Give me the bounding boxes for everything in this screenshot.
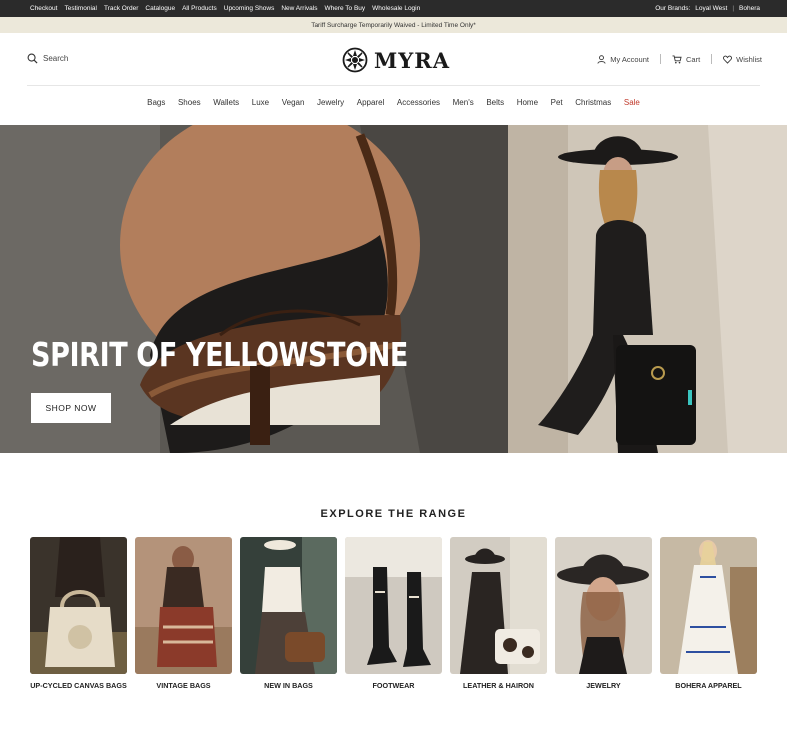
category-label: NEW IN BAGS bbox=[264, 681, 313, 690]
our-brands: Our Brands: Loyal West | Bohera bbox=[655, 5, 760, 12]
category-image bbox=[345, 537, 442, 674]
util-link-track-order[interactable]: Track Order bbox=[104, 5, 138, 12]
wishlist-link[interactable]: Wishlist bbox=[723, 55, 762, 64]
my-account-link[interactable]: My Account bbox=[597, 55, 649, 64]
utility-links: Checkout Testimonial Track Order Catalog… bbox=[30, 5, 420, 12]
cart-icon bbox=[672, 54, 682, 63]
category-image bbox=[240, 537, 337, 674]
nav-item-sale[interactable]: Sale bbox=[624, 98, 640, 107]
category-image bbox=[30, 537, 127, 674]
logo-wordmark: MYRA bbox=[374, 47, 450, 73]
main-nav: Bags Shoes Wallets Luxe Vegan Jewelry Ap… bbox=[0, 98, 787, 107]
brands-label: Our Brands: bbox=[655, 5, 691, 12]
nav-item-wallets[interactable]: Wallets bbox=[213, 98, 239, 107]
nav-item-christmas[interactable]: Christmas bbox=[575, 98, 611, 107]
category-image bbox=[555, 537, 652, 674]
hero-title: SPIRIT OF YELLOWSTONE bbox=[31, 335, 409, 374]
category-label: JEWELRY bbox=[586, 681, 621, 690]
hero-banner[interactable]: SPIRIT OF YELLOWSTONE SHOP NOW bbox=[0, 125, 787, 453]
category-image bbox=[450, 537, 547, 674]
category-card[interactable]: UP-CYCLED CANVAS BAGS bbox=[30, 537, 127, 690]
cart-link[interactable]: Cart bbox=[672, 55, 700, 64]
hero-image-model bbox=[508, 125, 787, 453]
category-card[interactable]: JEWELRY bbox=[555, 537, 652, 690]
site-logo[interactable]: MYRA bbox=[342, 47, 450, 73]
heart-icon bbox=[723, 55, 733, 64]
account-links: My Account Cart Wishlist bbox=[597, 54, 762, 64]
my-account-label: My Account bbox=[610, 54, 649, 64]
promo-banner: Tariff Surcharge Temporarily Waived - Li… bbox=[0, 17, 787, 33]
nav-item-belts[interactable]: Belts bbox=[486, 98, 504, 107]
category-card[interactable]: FOOTWEAR bbox=[345, 537, 442, 690]
util-link-all-products[interactable]: All Products bbox=[182, 5, 217, 12]
category-card[interactable]: BOHERA APPAREL bbox=[660, 537, 757, 690]
util-link-catalogue[interactable]: Catalogue bbox=[145, 5, 175, 12]
category-image bbox=[135, 537, 232, 674]
brands-separator: | bbox=[732, 5, 735, 12]
logo-emblem-icon bbox=[342, 47, 368, 73]
nav-item-apparel[interactable]: Apparel bbox=[357, 98, 385, 107]
nav-item-home[interactable]: Home bbox=[517, 98, 538, 107]
category-card[interactable]: LEATHER & HAIRON bbox=[450, 537, 547, 690]
category-label: LEATHER & HAIRON bbox=[463, 681, 534, 690]
hero-model-illustration bbox=[508, 125, 787, 453]
nav-item-pet[interactable]: Pet bbox=[551, 98, 563, 107]
category-label: VINTAGE BAGS bbox=[156, 681, 211, 690]
nav-item-mens[interactable]: Men's bbox=[453, 98, 474, 107]
header-divider bbox=[27, 85, 760, 86]
account-divider bbox=[659, 54, 661, 64]
hero-image-handbag: SPIRIT OF YELLOWSTONE SHOP NOW bbox=[0, 125, 508, 453]
search-button[interactable]: Search bbox=[27, 53, 68, 64]
user-icon bbox=[597, 54, 606, 64]
nav-item-jewelry[interactable]: Jewelry bbox=[317, 98, 344, 107]
category-grid: UP-CYCLED CANVAS BAGS VINTAGE BAGS NEW I… bbox=[30, 537, 757, 690]
util-link-new-arrivals[interactable]: New Arrivals bbox=[281, 5, 317, 12]
nav-item-vegan[interactable]: Vegan bbox=[282, 98, 305, 107]
category-label: UP-CYCLED CANVAS BAGS bbox=[30, 681, 127, 690]
category-label: FOOTWEAR bbox=[372, 681, 415, 690]
nav-item-luxe[interactable]: Luxe bbox=[252, 98, 269, 107]
nav-item-accessories[interactable]: Accessories bbox=[397, 98, 440, 107]
search-label: Search bbox=[43, 54, 69, 63]
utility-bar: Checkout Testimonial Track Order Catalog… bbox=[0, 0, 787, 17]
util-link-checkout[interactable]: Checkout bbox=[30, 5, 57, 12]
brand-link-bohera[interactable]: Bohera bbox=[739, 5, 760, 12]
util-link-where-to-buy[interactable]: Where To Buy bbox=[324, 5, 365, 12]
category-card[interactable]: VINTAGE BAGS bbox=[135, 537, 232, 690]
category-label: BOHERA APPAREL bbox=[675, 681, 742, 690]
util-link-testimonial[interactable]: Testimonial bbox=[64, 5, 97, 12]
explore-section-title: EXPLORE THE RANGE bbox=[320, 508, 467, 520]
shop-now-button[interactable]: SHOP NOW bbox=[31, 393, 111, 423]
brand-link-loyal-west[interactable]: Loyal West bbox=[695, 5, 727, 12]
util-link-wholesale-login[interactable]: Wholesale Login bbox=[372, 5, 420, 12]
nav-item-bags[interactable]: Bags bbox=[147, 98, 165, 107]
category-card[interactable]: NEW IN BAGS bbox=[240, 537, 337, 690]
util-link-upcoming-shows[interactable]: Upcoming Shows bbox=[224, 5, 275, 12]
site-header: Search MYRA My Account Cart Wishlist bbox=[0, 33, 787, 85]
nav-item-shoes[interactable]: Shoes bbox=[178, 98, 201, 107]
category-image bbox=[660, 537, 757, 674]
wishlist-label: Wishlist bbox=[736, 54, 762, 64]
promo-text: Tariff Surcharge Temporarily Waived - Li… bbox=[311, 21, 476, 29]
cart-label: Cart bbox=[685, 54, 701, 64]
account-divider bbox=[711, 54, 713, 64]
search-icon bbox=[27, 53, 38, 64]
